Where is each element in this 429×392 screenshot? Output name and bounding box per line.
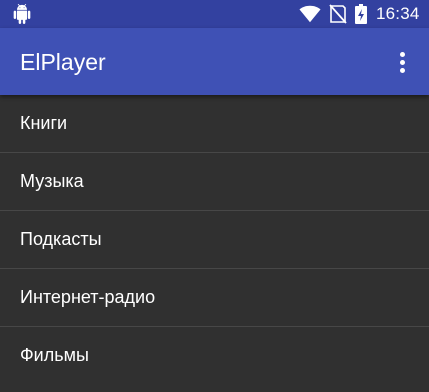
list-item-podcasts[interactable]: Подкасты: [0, 211, 429, 269]
list-item-internet-radio[interactable]: Интернет-радио: [0, 269, 429, 327]
list-item-label: Подкасты: [20, 229, 102, 249]
list-item-music[interactable]: Музыка: [0, 153, 429, 211]
list-item-label: Книги: [20, 113, 68, 133]
battery-charging-icon: [355, 4, 367, 24]
list-item-label: Интернет-радио: [20, 287, 156, 307]
list-item-label: Фильмы: [20, 345, 89, 365]
wifi-icon: [299, 5, 321, 23]
menu-dot: [399, 59, 405, 65]
app-bar: ElPlayer: [0, 28, 429, 95]
no-signal-icon: [329, 4, 347, 24]
more-vert-icon[interactable]: [386, 46, 418, 78]
android-icon: [13, 4, 31, 24]
status-clock: 16:34: [376, 4, 420, 23]
menu-dot: [399, 51, 405, 57]
menu-dot: [399, 67, 405, 73]
list-item-movies[interactable]: Фильмы: [0, 327, 429, 385]
list-item-label: Музыка: [20, 171, 84, 191]
status-bar: 16:34: [0, 0, 429, 28]
category-list: Книги Музыка Подкасты Интернет-радио Фил…: [0, 95, 429, 385]
list-item-books[interactable]: Книги: [0, 95, 429, 153]
app-title: ElPlayer: [20, 49, 106, 75]
